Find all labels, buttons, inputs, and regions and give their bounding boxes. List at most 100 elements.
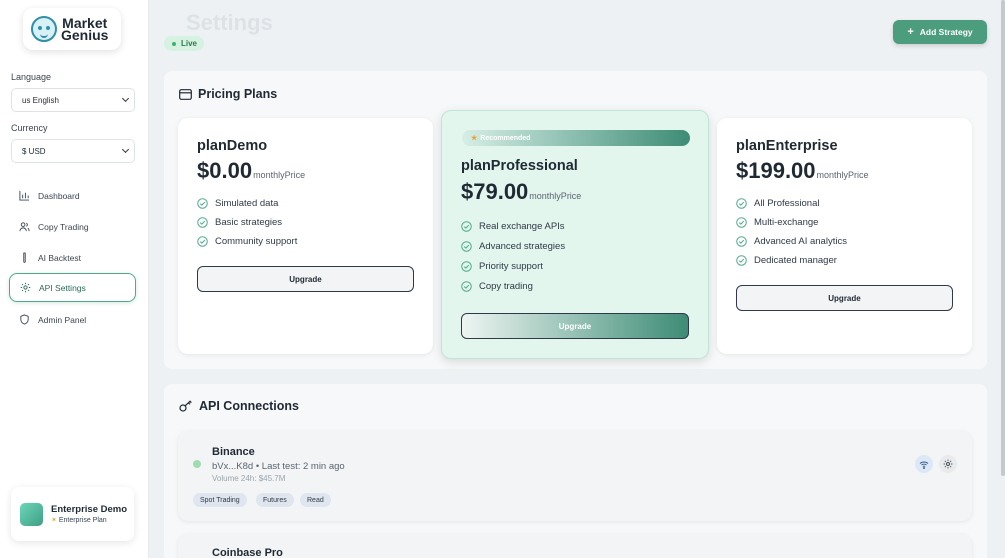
gear-icon bbox=[943, 459, 953, 469]
language-value: us English bbox=[22, 95, 59, 105]
plan-card-enterprise: planEnterprise $199.00monthlyPrice All P… bbox=[717, 118, 972, 354]
sidebar-item-label: AI Backtest bbox=[38, 252, 81, 263]
plan-feature-label: Dedicated manager bbox=[754, 255, 837, 266]
sidebar-item-copy-trading[interactable]: Copy Trading bbox=[9, 212, 136, 241]
plan-feature: Copy trading bbox=[461, 281, 533, 292]
sparkle-icon: ✶ bbox=[51, 517, 59, 524]
robot-logo-icon bbox=[31, 16, 57, 42]
gear-icon bbox=[20, 282, 31, 293]
plan-price: $199.00monthlyPrice bbox=[736, 158, 869, 184]
connection-name: Coinbase Pro bbox=[212, 547, 283, 558]
live-dot-icon bbox=[172, 41, 176, 46]
plan-feature-label: Advanced AI analytics bbox=[754, 236, 847, 247]
currency-select[interactable]: $ USD bbox=[11, 139, 135, 163]
sidebar: Market Genius Language us English Curren… bbox=[0, 0, 149, 558]
logo[interactable]: Market Genius bbox=[23, 8, 121, 50]
upgrade-button[interactable]: Upgrade bbox=[736, 285, 953, 311]
check-circle-icon bbox=[197, 236, 208, 247]
plan-card-professional: ★ Recommended planProfessional $79.00mont… bbox=[441, 110, 709, 359]
plan-price: $0.00monthlyPrice bbox=[197, 158, 305, 184]
language-select[interactable]: us English bbox=[11, 88, 135, 112]
plan-feature-label: Priority support bbox=[479, 261, 543, 272]
bar-chart-icon bbox=[19, 190, 30, 201]
user-plan: ✶ Enterprise Plan bbox=[51, 516, 127, 524]
check-circle-icon bbox=[197, 217, 208, 228]
status-dot-icon bbox=[193, 460, 201, 468]
connection-info: bVx...K8d • Last test: 2 min ago bbox=[212, 461, 345, 472]
currency-value: $ USD bbox=[22, 146, 46, 156]
plan-feature-label: Real exchange APIs bbox=[479, 221, 565, 232]
pricing-title-label: Pricing Plans bbox=[198, 87, 278, 101]
scrollbar[interactable] bbox=[1001, 0, 1005, 476]
add-strategy-button[interactable]: + Add Strategy bbox=[893, 20, 987, 44]
user-name: Enterprise Demo bbox=[51, 504, 128, 515]
check-circle-icon bbox=[736, 236, 747, 247]
plan-name: planProfessional bbox=[461, 158, 578, 174]
sidebar-item-label: Dashboard bbox=[38, 190, 80, 201]
recommended-label: Recommended bbox=[480, 134, 531, 142]
upgrade-button[interactable]: Upgrade bbox=[197, 266, 414, 292]
plan-feature: Real exchange APIs bbox=[461, 221, 565, 232]
chevron-down-icon bbox=[121, 94, 130, 103]
plan-feature: All Professional bbox=[736, 198, 819, 209]
plan-feature-label: Simulated data bbox=[215, 198, 279, 209]
plan-price-unit: monthlyPrice bbox=[529, 191, 582, 201]
plan-price-value: $199.00 bbox=[736, 158, 816, 183]
plan-price: $79.00monthlyPrice bbox=[461, 179, 581, 205]
plan-feature: Priority support bbox=[461, 261, 543, 272]
brand-line2: Genius bbox=[61, 27, 109, 43]
users-icon bbox=[19, 222, 30, 232]
plan-feature: Dedicated manager bbox=[736, 255, 837, 266]
flask-icon bbox=[23, 252, 26, 263]
plan-feature-label: Community support bbox=[215, 236, 298, 247]
sidebar-item-ai-backtest[interactable]: AI Backtest bbox=[9, 243, 136, 272]
pricing-title: Pricing Plans bbox=[179, 87, 277, 101]
live-badge: Live bbox=[164, 36, 205, 51]
check-circle-icon bbox=[736, 255, 747, 266]
check-circle-icon bbox=[461, 261, 472, 272]
user-card[interactable]: Enterprise Demo ✶ Enterprise Plan bbox=[11, 487, 134, 541]
plan-name: planDemo bbox=[197, 138, 268, 154]
connection-settings-button[interactable] bbox=[939, 455, 957, 473]
plan-feature-label: Copy trading bbox=[479, 281, 533, 292]
sidebar-item-dashboard[interactable]: Dashboard bbox=[9, 181, 136, 210]
plan-price-unit: monthlyPrice bbox=[816, 170, 869, 180]
api-title-label: API Connections bbox=[199, 399, 300, 413]
wifi-icon bbox=[919, 461, 929, 469]
upgrade-button[interactable]: Upgrade bbox=[461, 313, 689, 339]
plan-feature: Multi-exchange bbox=[736, 217, 818, 228]
check-circle-icon bbox=[736, 217, 747, 228]
sidebar-item-admin-panel[interactable]: Admin Panel bbox=[9, 305, 136, 334]
connection-name: Binance bbox=[212, 446, 255, 458]
api-title: API Connections bbox=[179, 399, 299, 413]
check-circle-icon bbox=[461, 221, 472, 232]
api-connection-card[interactable]: Coinbase Pro bbox=[178, 534, 972, 558]
test-connection-button[interactable] bbox=[915, 455, 933, 473]
plan-name: planEnterprise bbox=[736, 138, 838, 154]
key-icon bbox=[179, 400, 192, 412]
language-label: Language bbox=[11, 72, 52, 82]
star-icon: ★ bbox=[471, 135, 478, 142]
api-connection-card[interactable]: Binance bVx...K8d • Last test: 2 min ago… bbox=[178, 431, 972, 521]
user-plan-label: Enterprise Plan bbox=[58, 517, 107, 524]
plan-price-unit: monthlyPrice bbox=[253, 170, 306, 180]
check-circle-icon bbox=[197, 198, 208, 209]
plan-price-value: $0.00 bbox=[197, 158, 253, 183]
avatar bbox=[20, 502, 43, 526]
sidebar-item-label: Copy Trading bbox=[38, 221, 89, 232]
add-strategy-label: Add Strategy bbox=[919, 27, 973, 37]
plan-feature-label: Basic strategies bbox=[215, 217, 283, 228]
plan-feature-label: All Professional bbox=[754, 198, 820, 209]
plan-feature: Community support bbox=[197, 236, 297, 247]
tag-read: Read bbox=[300, 493, 331, 507]
sidebar-item-label: Admin Panel bbox=[38, 314, 87, 325]
plan-price-value: $79.00 bbox=[461, 179, 529, 204]
sidebar-item-api-settings[interactable]: API Settings bbox=[9, 273, 136, 302]
plan-feature: Basic strategies bbox=[197, 217, 282, 228]
check-circle-icon bbox=[736, 198, 747, 209]
tag-futures: Futures bbox=[256, 493, 294, 507]
plan-feature: Advanced strategies bbox=[461, 241, 565, 252]
check-circle-icon bbox=[461, 281, 472, 292]
shield-icon bbox=[20, 314, 29, 325]
plus-icon: + bbox=[907, 26, 914, 38]
